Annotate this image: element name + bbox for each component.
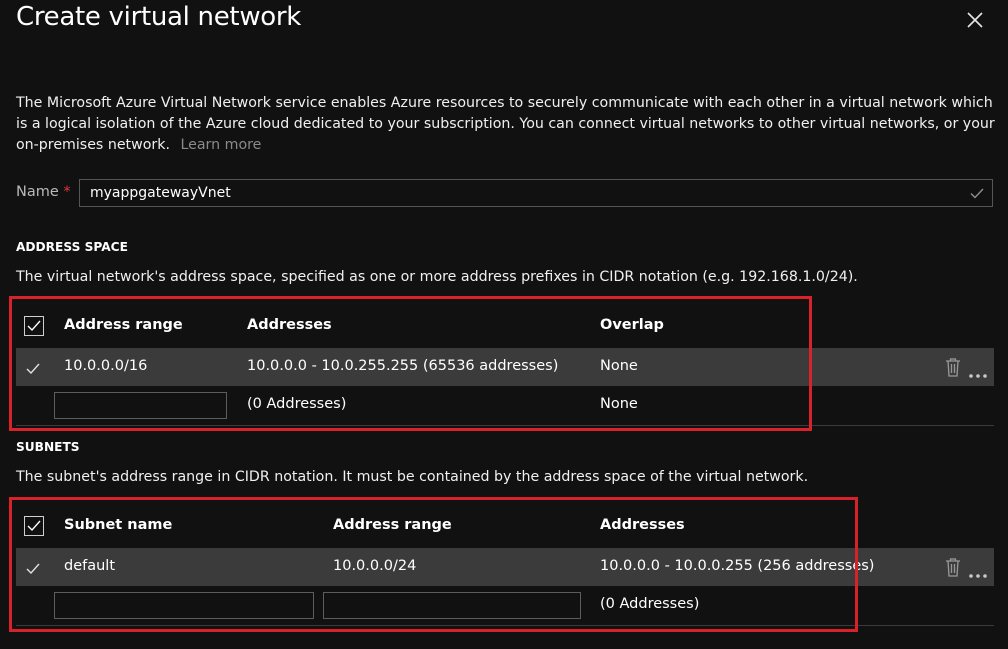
- close-icon[interactable]: [965, 10, 985, 30]
- description-text: The Microsoft Azure Virtual Network serv…: [16, 95, 995, 153]
- subnet-more-icon[interactable]: [968, 564, 988, 583]
- more-icon[interactable]: [968, 364, 988, 383]
- delete-icon[interactable]: [945, 358, 961, 381]
- address-table-highlight: [9, 296, 812, 431]
- required-mark: *: [63, 184, 71, 200]
- subnets-description: The subnet's address range in CIDR notat…: [16, 469, 809, 485]
- subnets-heading: SUBNETS: [16, 440, 80, 454]
- subnets-table-highlight: [9, 497, 858, 632]
- learn-more-link[interactable]: Learn more: [180, 137, 261, 153]
- valid-checkmark-icon: [969, 185, 985, 201]
- address-space-description: The virtual network's address space, spe…: [16, 269, 858, 285]
- subnet-delete-icon[interactable]: [945, 558, 961, 581]
- panel-description: The Microsoft Azure Virtual Network serv…: [16, 93, 996, 156]
- name-label-text: Name: [16, 184, 59, 200]
- address-space-heading: ADDRESS SPACE: [16, 240, 128, 254]
- panel-title: Create virtual network: [16, 2, 302, 32]
- name-input[interactable]: [79, 179, 993, 207]
- name-label: Name *: [16, 184, 71, 200]
